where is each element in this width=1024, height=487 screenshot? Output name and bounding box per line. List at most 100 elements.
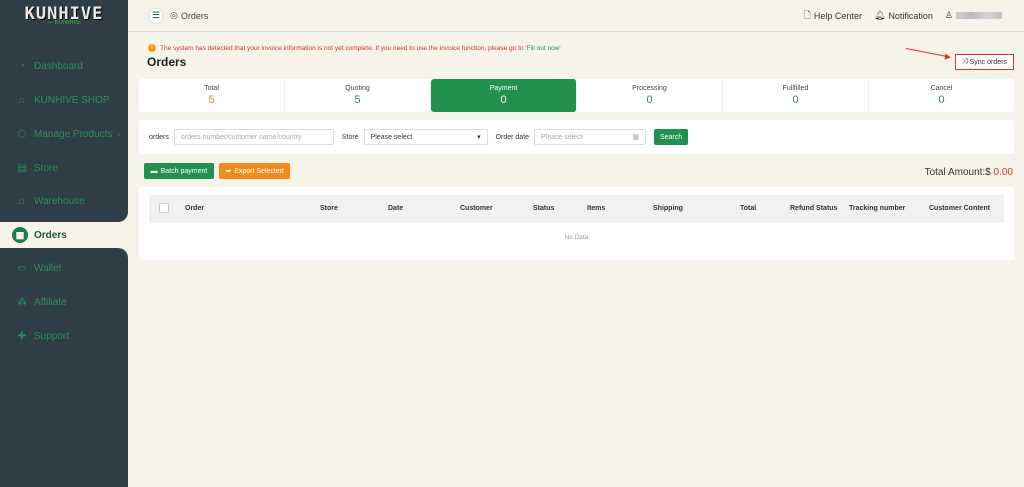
store-select[interactable]: Please select ▾ — [363, 129, 488, 145]
help-center-label: Help Center — [813, 10, 862, 21]
user-name-redacted — [956, 12, 1002, 19]
sidebar-item-store[interactable]: ▤ Store — [0, 156, 128, 180]
sidebar-item-label: Orders — [34, 229, 67, 241]
help-center-link[interactable]: 🗋 Help Center — [804, 8, 862, 24]
topbar: ☰ ◎ Orders 🗋 Help Center 🔔︎ Notification… — [128, 0, 1024, 32]
sidebar-item-warehouse[interactable]: ⌂ Warehouse — [0, 189, 128, 213]
card-icon: ▬ — [150, 167, 158, 175]
sidebar-item-label: Manage Products — [34, 128, 113, 140]
orders-filter-label: orders — [149, 133, 169, 141]
products-icon: ⬡ — [17, 128, 27, 140]
menu-toggle-button[interactable]: ☰ — [148, 7, 164, 24]
user-icon: ♙ — [944, 10, 953, 20]
dashboard-icon: ◔ — [18, 60, 26, 72]
alert-suffix: ' — [559, 44, 561, 52]
table-header: Order Store Date Customer Status Items S… — [149, 195, 1004, 223]
total-amount: Total Amount:$ 0.00 — [925, 167, 1013, 178]
stat-value: 0 — [500, 94, 507, 106]
order-date-label: Order date — [495, 133, 530, 141]
location-pin-icon: ◎ — [170, 10, 178, 20]
order-date-placeholder: Please select — [541, 133, 583, 141]
shuffle-icon: ⤨ — [962, 58, 968, 65]
column-header: Store — [320, 205, 338, 212]
caret-down-icon: ▾ — [477, 134, 481, 141]
stat-label: Payment — [489, 85, 518, 92]
tab-total[interactable]: Total 5 — [139, 79, 285, 112]
wallet-icon: ▭ — [17, 262, 27, 274]
fill-out-now-link[interactable]: Fill out now — [527, 45, 560, 52]
stat-label: Quoting — [345, 85, 370, 92]
total-amount-value: 0.00 — [993, 167, 1013, 178]
notification-label: Notification — [888, 10, 933, 21]
stat-value: 0 — [938, 94, 945, 106]
total-amount-label: Total Amount:$ — [924, 167, 991, 178]
document-icon: 🗋 — [803, 9, 811, 20]
breadcrumb-label: Orders — [180, 10, 209, 21]
stat-value: 0 — [646, 94, 653, 106]
calendar-icon: ▦ — [632, 134, 640, 141]
sidebar-item-orders[interactable]: ▦ Orders — [8, 223, 128, 247]
batch-payment-label: Batch payment — [160, 167, 208, 175]
column-header: Shipping — [653, 205, 683, 212]
annotation-arrow-head — [944, 53, 952, 61]
chevron-right-icon: › — [117, 129, 121, 139]
tab-cancel[interactable]: Cancel 0 — [869, 79, 1014, 112]
sidebar-item-support[interactable]: ✚ Support — [0, 324, 128, 348]
order-status-tabs: Total 5 Quoting 5 Payment 0 Processing 0… — [139, 79, 1014, 112]
hamburger-icon: ☰ — [151, 10, 161, 20]
notification-link[interactable]: 🔔︎ Notification — [874, 10, 933, 21]
sync-orders-button[interactable]: ⤨ Sync orders — [955, 54, 1014, 70]
user-menu[interactable]: ♙ — [945, 10, 1002, 21]
empty-state: No Data — [564, 234, 589, 241]
select-all-checkbox[interactable] — [159, 203, 169, 213]
filter-bar: orders orders number/customer name/count… — [139, 120, 1014, 154]
warning-icon: ! — [148, 44, 156, 52]
sidebar-item-label: Warehouse — [34, 195, 85, 207]
page-title: Orders — [147, 55, 187, 69]
tab-fullfilled[interactable]: Fullfilled 0 — [723, 79, 869, 112]
sidebar-item-kunhive-shop[interactable]: ⌂ KUNHIVE SHOP — [0, 88, 128, 112]
column-header: Status — [533, 205, 555, 212]
nav-bottom-panel: ▭ Wallet ⁂ Affiliate ✚ Support — [0, 248, 128, 487]
store-filter-label: Store — [341, 133, 359, 141]
stat-value: 5 — [354, 94, 361, 106]
column-header: Refund Status — [790, 205, 838, 212]
export-selected-label: Export Selected — [234, 167, 284, 175]
stat-value: 0 — [792, 94, 799, 106]
export-selected-button[interactable]: ➦ Export Selected — [219, 163, 290, 179]
topbar-actions: 🗋 Help Center 🔔︎ Notification ♙ — [804, 8, 1002, 24]
tab-quoting[interactable]: Quoting 5 — [285, 79, 431, 112]
column-header: Tracking number — [849, 205, 906, 212]
sidebar-item-label: Dashboard — [34, 60, 83, 72]
column-header: Customer — [460, 205, 493, 212]
affiliate-icon: ⁂ — [17, 296, 27, 308]
tab-payment[interactable]: Payment 0 — [431, 79, 577, 112]
stat-label: Total — [204, 85, 219, 92]
sidebar-item-dashboard[interactable]: ◔ Dashboard — [0, 54, 128, 78]
breadcrumb: ◎ Orders — [170, 10, 208, 21]
column-header: Total — [740, 205, 757, 212]
bell-icon: 🔔︎ — [873, 10, 886, 20]
shopping-bag-icon: ⌂ — [18, 94, 26, 106]
column-header: Items — [587, 205, 606, 212]
sidebar-item-manage-products[interactable]: ⬡ Manage Products › — [0, 122, 128, 146]
store-icon: ▤ — [17, 162, 27, 174]
tab-processing[interactable]: Processing 0 — [577, 79, 723, 112]
nav-top-panel: ◔ Dashboard ⌂ KUNHIVE SHOP ⬡ Manage Prod… — [0, 32, 128, 222]
logo-subtext: — KUNHIVE — [46, 19, 82, 26]
search-button[interactable]: Search — [654, 129, 689, 145]
sidebar-item-affiliate[interactable]: ⁂ Affiliate — [0, 290, 128, 314]
orders-table: Order Store Date Customer Status Items S… — [139, 187, 1014, 260]
sidebar-item-label: KUNHIVE SHOP — [34, 94, 110, 106]
sidebar-item-label: Support — [34, 330, 70, 342]
stat-label: Cancel — [930, 85, 953, 92]
warehouse-icon: ⌂ — [18, 195, 26, 207]
sidebar-item-wallet[interactable]: ▭ Wallet — [0, 256, 128, 280]
logo[interactable]: KUNHIVE — KUNHIVE — [0, 0, 128, 32]
orders-search-input[interactable]: orders number/customer name/country — [173, 129, 334, 145]
batch-payment-button[interactable]: ▬ Batch payment — [144, 163, 214, 179]
stat-label: Fullfilled — [782, 85, 809, 92]
orders-icon: ▦ — [12, 227, 28, 243]
support-icon: ✚ — [17, 330, 27, 342]
order-date-picker[interactable]: Please select ▦ — [534, 129, 647, 145]
